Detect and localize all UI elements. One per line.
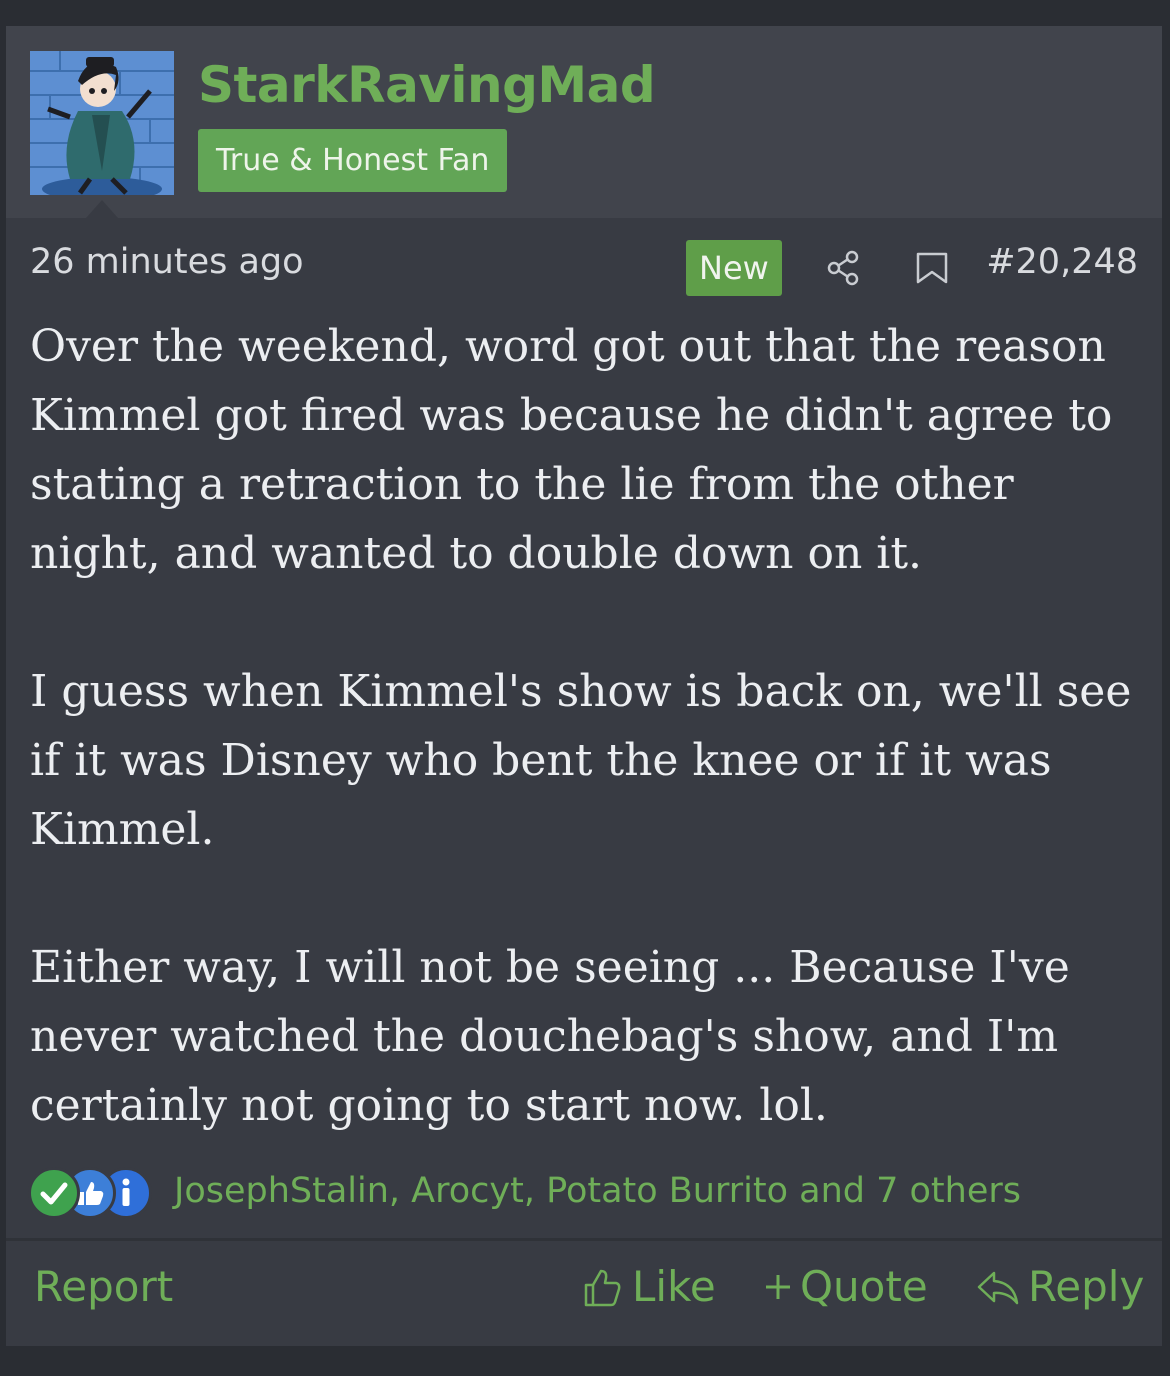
report-button[interactable]: Report — [34, 1262, 173, 1311]
header-pointer-arrow — [86, 200, 118, 218]
plus-icon — [766, 1274, 790, 1299]
cartoon-avatar-icon — [30, 51, 174, 195]
forum-post: StarkRavingMad True & Honest Fan 26 minu… — [6, 26, 1162, 1346]
username-link[interactable]: StarkRavingMad — [198, 56, 656, 114]
bookmark-icon[interactable] — [912, 248, 952, 292]
footer-divider — [6, 1238, 1162, 1241]
post-body: Over the weekend, word got out that the … — [30, 312, 1140, 1140]
reply-button[interactable]: Reply — [974, 1262, 1144, 1311]
post-paragraph: Over the weekend, word got out that the … — [30, 321, 1113, 579]
post-meta-row: 26 minutes ago New #20,248 — [6, 240, 1162, 300]
check-reaction-icon — [28, 1167, 80, 1219]
share-icon[interactable] — [824, 248, 864, 292]
user-header: StarkRavingMad True & Honest Fan — [6, 26, 1162, 218]
post-number-link[interactable]: #20,248 — [986, 242, 1138, 282]
user-avatar[interactable] — [30, 51, 174, 195]
quote-button-label: Quote — [800, 1262, 928, 1311]
reply-arrow-icon — [977, 1271, 1019, 1304]
post-paragraph: Either way, I will not be seeing ... Bec… — [30, 942, 1070, 1131]
post-timestamp[interactable]: 26 minutes ago — [30, 242, 304, 282]
new-badge: New — [686, 240, 782, 296]
like-button[interactable]: Like — [578, 1262, 716, 1311]
reactions-bar[interactable]: JosephStalin, Arocyt, Potato Burrito and… — [28, 1166, 1148, 1219]
post-paragraph: I guess when Kimmel's show is back on, w… — [30, 666, 1132, 855]
reactors-list-link[interactable]: JosephStalin, Arocyt, Potato Burrito and… — [174, 1166, 1021, 1216]
thumbs-up-icon — [584, 1269, 621, 1306]
reply-button-label: Reply — [1028, 1262, 1145, 1311]
quote-button[interactable]: Quote — [762, 1262, 928, 1311]
user-title-badge: True & Honest Fan — [198, 129, 508, 192]
post-actions: Report Like Quote Reply — [6, 1248, 1162, 1340]
like-button-label: Like — [632, 1262, 716, 1311]
